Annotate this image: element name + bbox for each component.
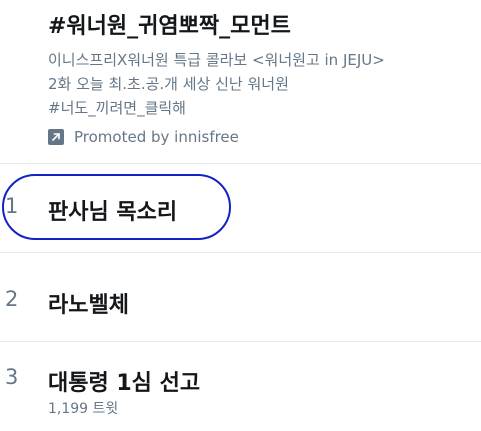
- trend-tweet-count: 1,199 트윗: [48, 401, 119, 417]
- promoted-trend[interactable]: #워너원_귀염뽀짝_모먼트 이니스프리X워너원 특급 콜라보 <워너원고 in …: [0, 0, 481, 163]
- trend-name[interactable]: 라노벨체: [48, 287, 129, 319]
- trend-rank: 1: [5, 194, 19, 218]
- trend-item-1[interactable]: 1 판사님 목소리: [0, 164, 481, 250]
- promoted-by-label: Promoted by innisfree: [74, 128, 239, 146]
- promoted-trend-title[interactable]: #워너원_귀염뽀짝_모먼트: [48, 8, 291, 40]
- description-line: 2화 오늘 최.초.공.개 세상 신난 워너원: [48, 75, 289, 93]
- trend-item-2[interactable]: 2 라노벨체: [0, 253, 481, 339]
- trend-name[interactable]: 대통령 1심 선고: [48, 365, 200, 397]
- trend-name[interactable]: 판사님 목소리: [48, 194, 177, 226]
- trend-item-3[interactable]: 3 대통령 1심 선고 1,199 트윗: [0, 342, 481, 428]
- description-line: 이니스프리X워너원 특급 콜라보 <워너원고 in JEJU>: [48, 51, 385, 69]
- promoted-by-row: Promoted by innisfree: [48, 127, 239, 147]
- trend-rank: 3: [5, 365, 19, 389]
- description-line: #너도_끼려면_클릭해: [48, 99, 186, 117]
- arrow-up-right-icon: [48, 129, 64, 145]
- trend-rank: 2: [5, 287, 19, 311]
- promoted-trend-description: 이니스프리X워너원 특급 콜라보 <워너원고 in JEJU> 2화 오늘 최.…: [48, 48, 478, 120]
